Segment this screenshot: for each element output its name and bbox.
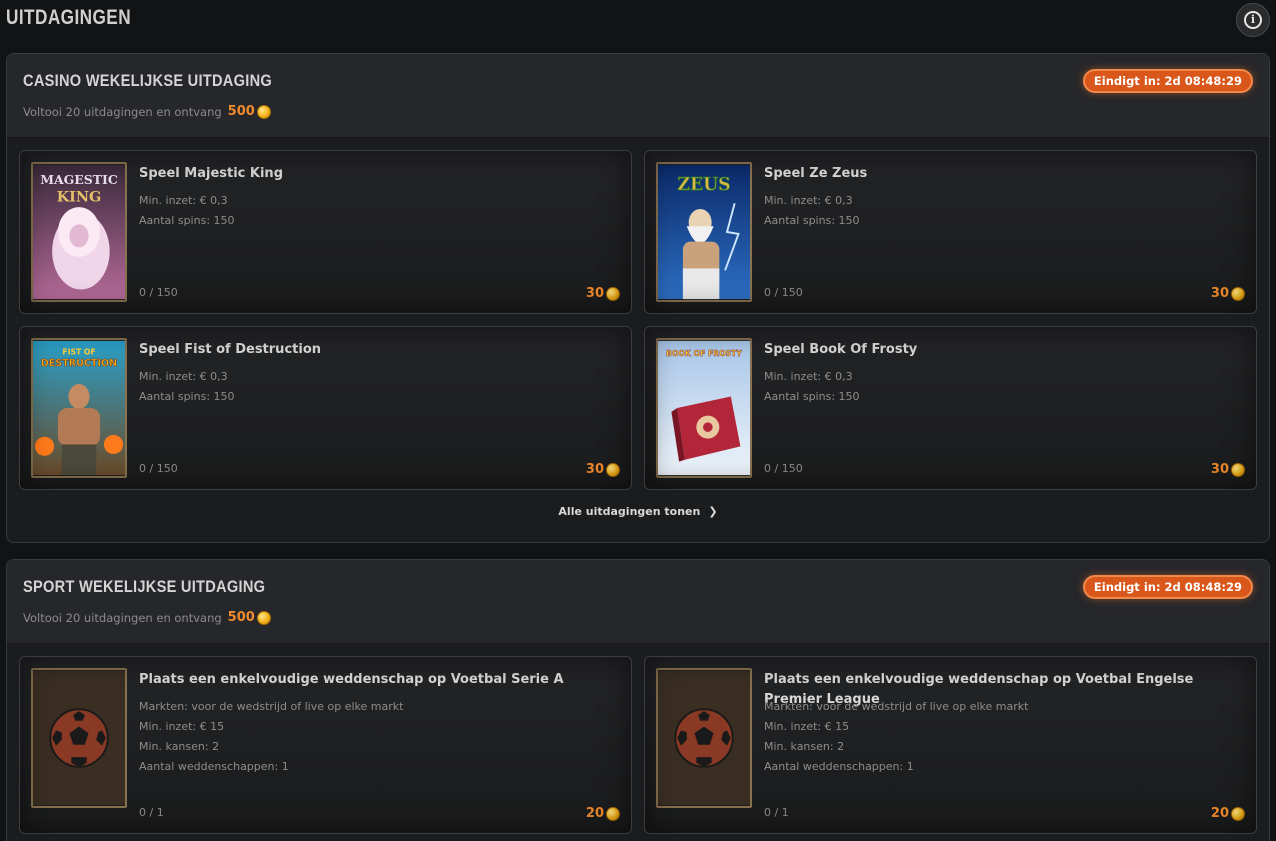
coin-icon [606,462,620,477]
card-progress: 0 / 150 [139,286,178,299]
challenge-card[interactable]: Plaats een enkelvoudige weddenschap op V… [19,656,632,834]
card-details: Min. inzet: € 0,3 Aantal spins: 150 [764,191,860,231]
section-subtitle: Voltooi 20 uitdagingen en ontvang 500 [23,610,271,625]
card-progress: 0 / 150 [764,462,803,475]
min-odds: Min. kansen: 2 [764,740,845,753]
fighter-icon: FIST OF DESTRUCTION [31,338,127,478]
section-subtitle: Voltooi 20 uitdagingen en ontvang 500 [23,104,271,119]
coin-icon [606,806,620,821]
timer-badge: Eindigt in: 2d 08:48:29 [1082,69,1253,93]
challenge-card[interactable]: Plaats een enkelvoudige weddenschap op V… [644,656,1257,834]
card-points: 30 [1211,462,1245,477]
lion-icon: MAGESTIC KING [31,162,127,302]
coin-icon [256,104,271,119]
card-progress: 0 / 150 [764,286,803,299]
section-title: CASINO WEKELIJKSE UITDAGING [23,71,273,90]
card-title: Speel Majestic King [139,166,283,181]
challenge-card[interactable]: MAGESTIC KING Speel Majestic King Min. i… [19,150,632,314]
section-header: SPORT WEKELIJKSE UITDAGING Voltooi 20 ui… [7,560,1269,644]
football-icon [656,668,752,808]
subtitle-text: Voltooi 20 uitdagingen en ontvang [23,610,222,625]
info-icon: i [1244,11,1262,29]
min-bet: Min. inzet: € 15 [764,720,850,733]
svg-text:ZEUS: ZEUS [677,175,730,195]
section-reward: 500 [228,104,271,119]
coin-icon [256,610,271,625]
spin-count: Aantal spins: 150 [764,214,860,227]
coin-icon [1231,462,1245,477]
coin-icon [1231,806,1245,821]
spin-count: Aantal spins: 150 [139,214,235,227]
page-title: UITDAGINGEN [6,6,132,29]
card-progress: 0 / 150 [139,462,178,475]
card-points: 20 [1211,806,1245,821]
challenge-grid: MAGESTIC KING Speel Majestic King Min. i… [7,138,1269,490]
info-button[interactable]: i [1236,3,1270,37]
card-progress: 0 / 1 [764,806,789,819]
min-bet: Min. inzet: € 15 [139,720,225,733]
challenge-grid: Plaats een enkelvoudige weddenschap op V… [7,644,1269,834]
challenge-card[interactable]: BOOK OF FROSTY Speel Book Of Frosty Min.… [644,326,1257,490]
svg-text:BOOK OF FROSTY: BOOK OF FROSTY [666,349,742,358]
show-all-challenges-link[interactable]: Alle uitdagingen tonen ❯ [7,490,1269,532]
bet-count: Aantal weddenschappen: 1 [764,760,914,773]
zeus-icon: ZEUS [656,162,752,302]
section-reward: 500 [228,610,271,625]
section-title: SPORT WEKELIJKSE UITDAGING [23,577,266,596]
timer-badge: Eindigt in: 2d 08:48:29 [1082,575,1253,599]
min-bet: Min. inzet: € 0,3 [139,370,228,383]
coin-icon [1231,286,1245,301]
sport-challenge-section: SPORT WEKELIJKSE UITDAGING Voltooi 20 ui… [6,559,1270,841]
book-icon: BOOK OF FROSTY [656,338,752,478]
bet-count: Aantal weddenschappen: 1 [139,760,289,773]
card-details: Markten: voor de wedstrijd of live op el… [139,697,403,777]
card-title: Speel Fist of Destruction [139,342,321,357]
min-odds: Min. kansen: 2 [139,740,220,753]
svg-text:DESTRUCTION: DESTRUCTION [41,358,117,369]
card-title: Plaats een enkelvoudige weddenschap op V… [139,672,564,687]
spin-count: Aantal spins: 150 [139,390,235,403]
card-details: Min. inzet: € 0,3 Aantal spins: 150 [139,191,235,231]
card-progress: 0 / 1 [139,806,164,819]
challenge-card[interactable]: ZEUS Speel Ze Zeus Min. inzet: € 0,3 Aan… [644,150,1257,314]
card-points: 20 [586,806,620,821]
card-points: 30 [1211,286,1245,301]
card-points: 30 [586,286,620,301]
card-details: Min. inzet: € 0,3 Aantal spins: 150 [139,367,235,407]
svg-text:KING: KING [57,189,102,205]
chevron-right-icon: ❯ [708,504,718,518]
card-title: Speel Book Of Frosty [764,342,918,357]
challenge-card[interactable]: FIST OF DESTRUCTION Speel Fist of Destru… [19,326,632,490]
card-details: Markten: voor de wedstrijd of live op el… [764,697,1028,777]
svg-text:MAGESTIC: MAGESTIC [40,172,118,187]
card-points: 30 [586,462,620,477]
min-bet: Min. inzet: € 0,3 [139,194,228,207]
min-bet: Min. inzet: € 0,3 [764,370,853,383]
svg-text:FIST OF: FIST OF [62,347,95,356]
card-title: Speel Ze Zeus [764,166,868,181]
show-all-label: Alle uitdagingen tonen [558,504,701,518]
spin-count: Aantal spins: 150 [764,390,860,403]
markets: Markten: voor de wedstrijd of live op el… [139,700,404,713]
card-details: Min. inzet: € 0,3 Aantal spins: 150 [764,367,860,407]
min-bet: Min. inzet: € 0,3 [764,194,853,207]
coin-icon [606,286,620,301]
markets: Markten: voor de wedstrijd of live op el… [764,700,1029,713]
casino-challenge-section: CASINO WEKELIJKSE UITDAGING Voltooi 20 u… [6,53,1270,543]
football-icon [31,668,127,808]
section-header: CASINO WEKELIJKSE UITDAGING Voltooi 20 u… [7,54,1269,138]
subtitle-text: Voltooi 20 uitdagingen en ontvang [23,104,222,119]
